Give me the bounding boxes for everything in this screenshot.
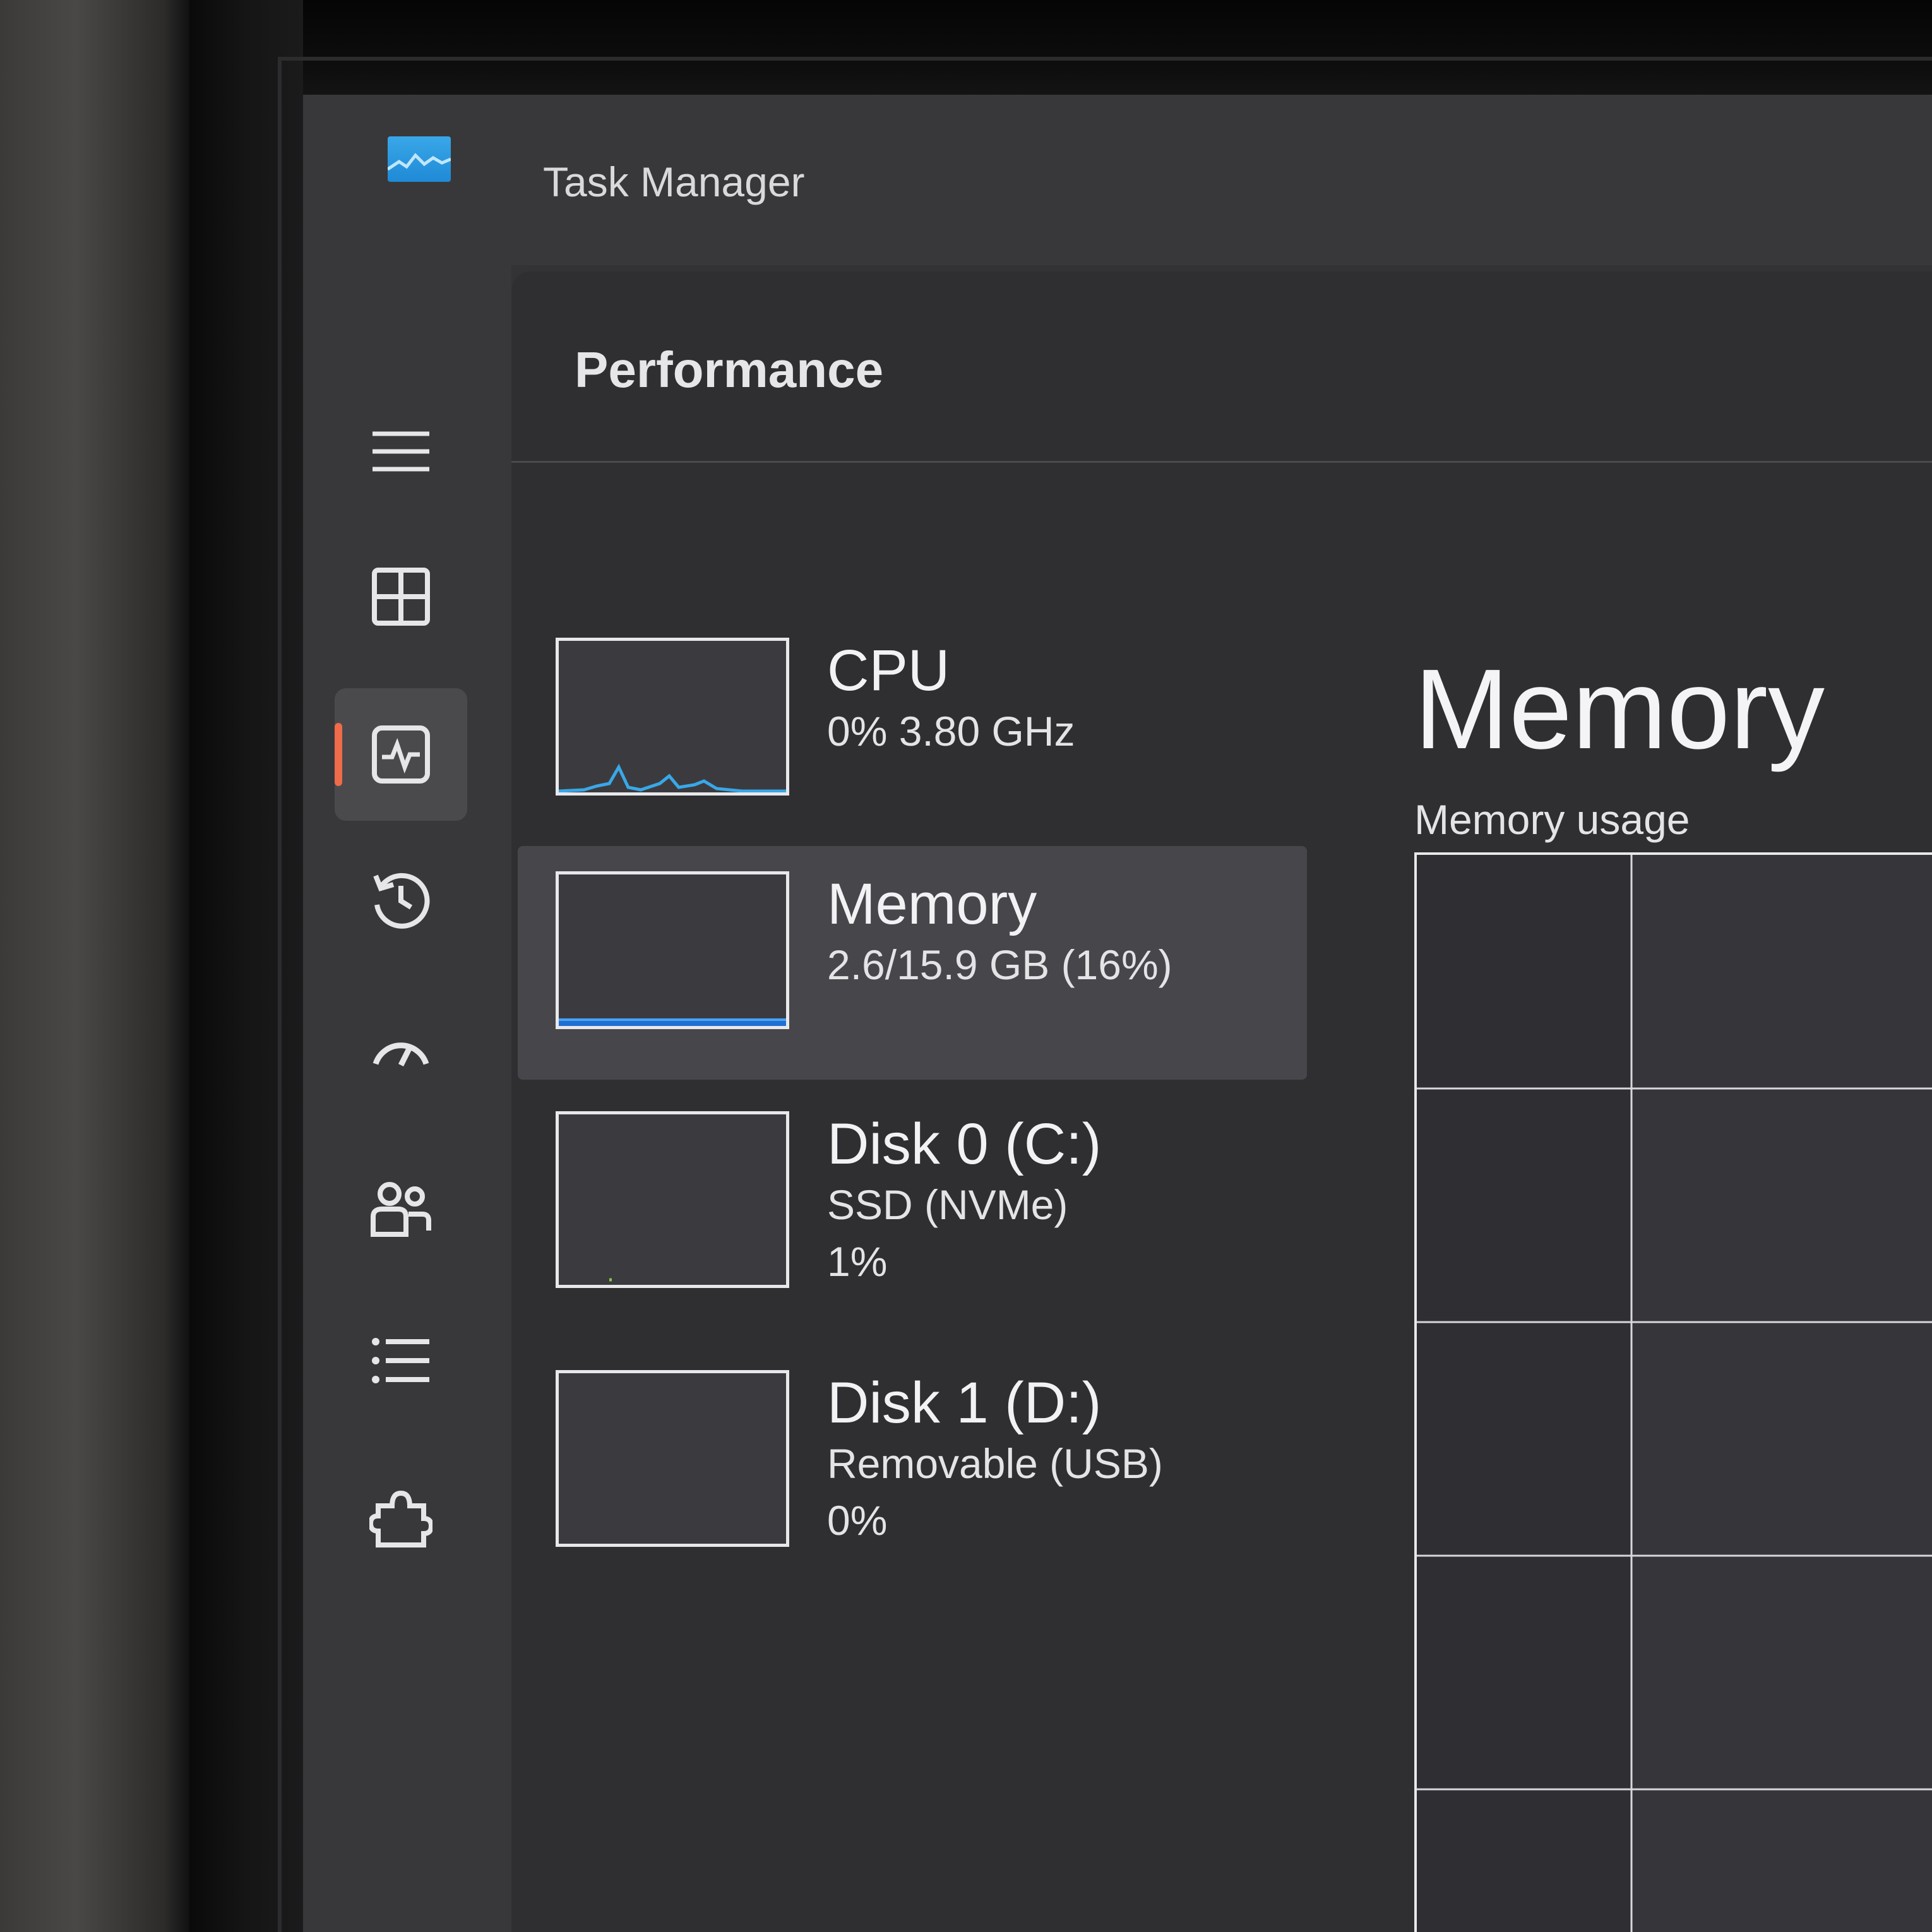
hamburger-icon <box>373 431 429 472</box>
monitor-bezel-left <box>189 0 303 1932</box>
nav-details[interactable] <box>335 1294 467 1427</box>
disk-1-thumbnail-graph <box>556 1370 789 1547</box>
resource-stat: 1% <box>827 1238 888 1285</box>
detail-chart-label: Memory usage <box>1414 796 1690 843</box>
performance-panel: Performance CPU 0% 3.80 GHz Memory 2.6/1… <box>511 271 1932 1932</box>
resource-type: Removable (USB) <box>827 1440 1163 1487</box>
nav-processes[interactable] <box>335 530 467 663</box>
resource-name: Memory <box>827 872 1037 936</box>
nav-app-history[interactable] <box>335 833 467 966</box>
processes-icon <box>372 568 430 626</box>
window-title: Task Manager <box>543 158 805 205</box>
nav-services[interactable] <box>335 1452 467 1585</box>
memory-usage-chart <box>1414 852 1932 1932</box>
memory-thumbnail-graph <box>556 871 789 1029</box>
speedometer-icon <box>373 1042 429 1067</box>
nav-users[interactable] <box>335 1143 467 1275</box>
task-manager-app-icon <box>388 136 451 182</box>
history-icon <box>373 873 430 929</box>
bezel-edge-vertical <box>278 57 282 1932</box>
cpu-thumbnail-graph <box>556 638 789 796</box>
puzzle-icon <box>369 1490 432 1547</box>
resource-cpu[interactable]: CPU 0% 3.80 GHz <box>518 612 1307 846</box>
navigation-rail <box>303 265 511 1932</box>
nav-performance[interactable] <box>335 688 467 821</box>
page-title: Performance <box>575 342 884 398</box>
resource-stat: 0% <box>827 1497 888 1544</box>
users-icon <box>371 1182 431 1237</box>
selection-indicator <box>335 723 342 786</box>
title-bar: Task Manager <box>303 95 1932 265</box>
resource-disk-0[interactable]: Disk 0 (C:) SSD (NVMe) 1% <box>518 1086 1307 1320</box>
resource-disk-1[interactable]: Disk 1 (D:) Removable (USB) 0% <box>518 1345 1307 1578</box>
list-icon <box>372 1338 429 1383</box>
disk-0-thumbnail-graph <box>556 1111 789 1288</box>
resource-stat: 2.6/15.9 GB (16%) <box>827 941 1172 988</box>
resource-name: Disk 0 (C:) <box>827 1112 1102 1176</box>
resource-memory[interactable]: Memory 2.6/15.9 GB (16%) <box>518 846 1307 1080</box>
performance-icon <box>372 725 430 784</box>
nav-menu-button[interactable] <box>335 385 467 518</box>
nav-startup-apps[interactable] <box>335 985 467 1118</box>
bezel-edge <box>278 57 1932 61</box>
detail-title: Memory <box>1414 646 1825 773</box>
resource-name: CPU <box>827 638 950 703</box>
monitor-bezel-top <box>189 0 1932 101</box>
resource-name: Disk 1 (D:) <box>827 1371 1102 1435</box>
task-manager-window: Task Manager Performance CPU 0% 3.80 GHz… <box>303 95 1932 1932</box>
resource-stat: 0% 3.80 GHz <box>827 708 1075 754</box>
resource-type: SSD (NVMe) <box>827 1181 1068 1228</box>
header-divider <box>511 461 1932 463</box>
